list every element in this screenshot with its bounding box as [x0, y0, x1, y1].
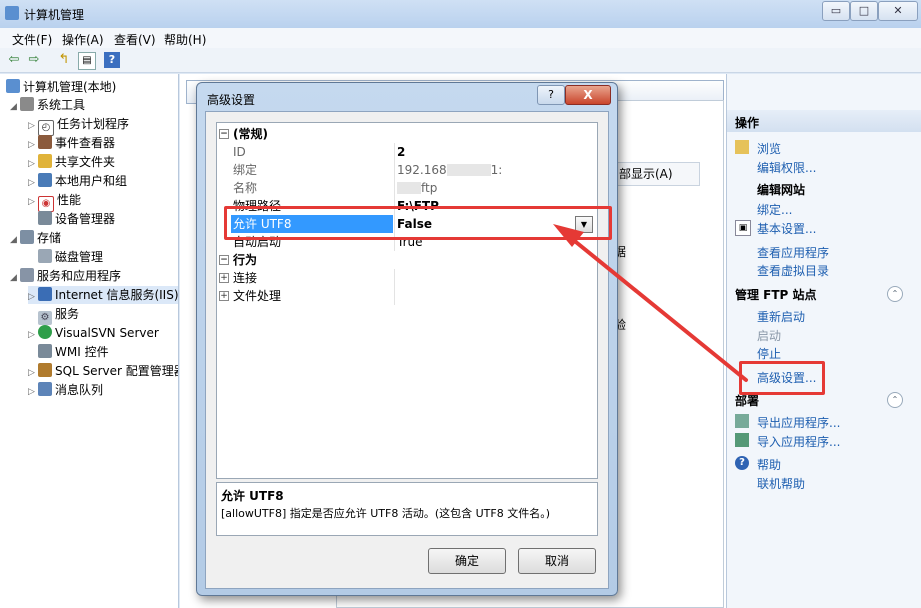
annotation-arrow [553, 224, 748, 382]
